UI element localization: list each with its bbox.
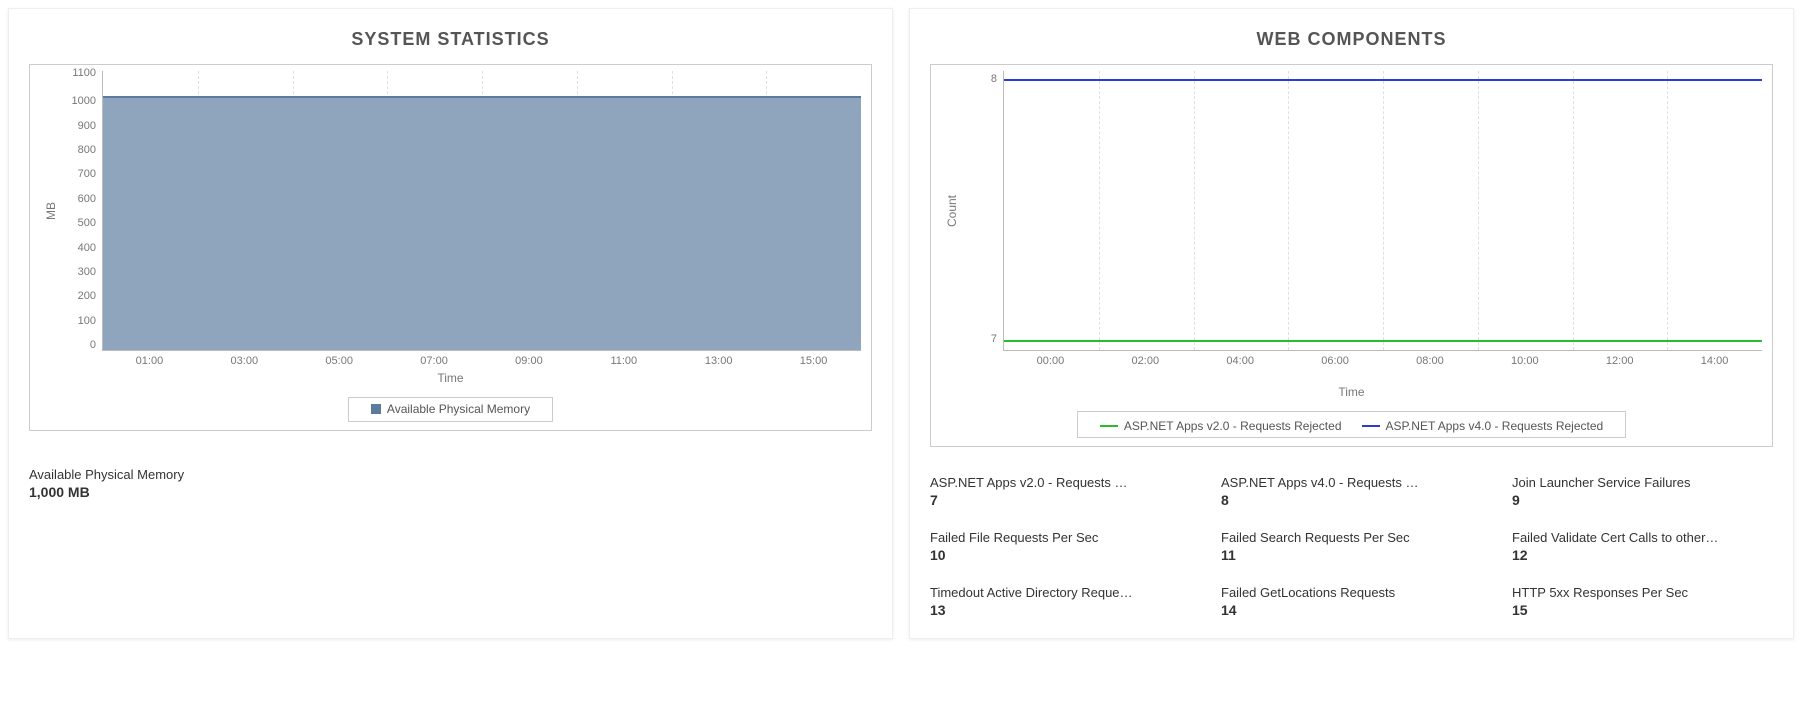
stat-block: Available Physical Memory 1,000 MB (29, 467, 872, 500)
metric-value: 13 (930, 602, 1191, 618)
x-tick: 02:00 (1098, 355, 1193, 383)
y-axis-label: Count (941, 71, 963, 351)
x-tick: 09:00 (482, 355, 577, 369)
x-tick: 13:00 (671, 355, 766, 369)
y-tick: 300 (62, 266, 96, 278)
line-series-aspnet-v2 (1004, 340, 1762, 342)
y-tick: 200 (62, 290, 96, 302)
plot-area (1003, 71, 1762, 351)
system-statistics-panel: SYSTEM STATISTICS MB 1100 1000 900 800 7… (8, 8, 893, 639)
metric-value: 15 (1512, 602, 1773, 618)
y-axis-label: MB (40, 71, 62, 351)
y-tick: 1000 (62, 95, 96, 107)
metric-label: ASP.NET Apps v4.0 - Requests … (1221, 475, 1482, 490)
x-tick: 06:00 (1288, 355, 1383, 383)
stat-label: Available Physical Memory (29, 467, 872, 482)
panel-title: WEB COMPONENTS (930, 29, 1773, 50)
metric-block: ASP.NET Apps v4.0 - Requests … 8 (1221, 475, 1482, 508)
metric-value: 14 (1221, 602, 1482, 618)
metric-block: Failed GetLocations Requests 14 (1221, 585, 1482, 618)
web-components-panel: WEB COMPONENTS Count 8 7 Count (909, 8, 1794, 639)
y-tick: 100 (62, 315, 96, 327)
metric-block: Failed Validate Cert Calls to other… 12 (1512, 530, 1773, 563)
y-tick: 700 (62, 168, 96, 180)
x-tick: 12:00 (1572, 355, 1667, 383)
y-tick: 900 (62, 120, 96, 132)
y-axis: 8 7 (963, 71, 1003, 351)
x-axis-label: Time (40, 369, 861, 385)
legend-item[interactable]: Available Physical Memory (371, 402, 530, 416)
y-tick: 0 (62, 339, 96, 351)
metric-block: ASP.NET Apps v2.0 - Requests … 7 (930, 475, 1191, 508)
metric-value: 8 (1221, 492, 1482, 508)
x-tick: 07:00 (387, 355, 482, 369)
metric-block: Failed Search Requests Per Sec 11 (1221, 530, 1482, 563)
metric-block: Timedout Active Directory Reque… 13 (930, 585, 1191, 618)
legend-item[interactable]: ASP.NET Apps v4.0 - Requests Rejected (1362, 419, 1604, 433)
metric-value: 10 (930, 547, 1191, 563)
x-tick: 01:00 (102, 355, 197, 369)
metric-value: 12 (1512, 547, 1773, 563)
x-axis: 00:00 02:00 04:00 06:00 08:00 10:00 12:0… (1003, 351, 1762, 383)
legend-swatch-icon (1362, 425, 1380, 427)
chart-legend: ASP.NET Apps v2.0 - Requests Rejected AS… (1077, 411, 1626, 438)
x-tick: 15:00 (766, 355, 861, 369)
x-tick: 05:00 (292, 355, 387, 369)
y-axis: 1100 1000 900 800 700 600 500 400 300 20… (62, 71, 102, 351)
metric-block: Failed File Requests Per Sec 10 (930, 530, 1191, 563)
x-tick: 10:00 (1477, 355, 1572, 383)
x-tick: 00:00 (1003, 355, 1098, 383)
y-tick: 7 (963, 333, 997, 345)
area-series-available-memory (103, 96, 861, 350)
metric-label: Failed Validate Cert Calls to other… (1512, 530, 1773, 545)
x-axis: 01:00 03:00 05:00 07:00 09:00 11:00 13:0… (102, 351, 861, 369)
metrics-grid: ASP.NET Apps v2.0 - Requests … 7 ASP.NET… (930, 475, 1773, 618)
y-tick: 600 (62, 193, 96, 205)
x-tick: 04:00 (1193, 355, 1288, 383)
legend-swatch-icon (1100, 425, 1118, 427)
x-axis-label: Time (941, 383, 1762, 399)
web-components-chart: Count 8 7 Count 00:00 (930, 64, 1773, 447)
y-tick: 500 (62, 217, 96, 229)
y-tick: 1100 (62, 67, 96, 79)
legend-item[interactable]: ASP.NET Apps v2.0 - Requests Rejected (1100, 419, 1342, 433)
metric-label: Timedout Active Directory Reque… (930, 585, 1191, 600)
metric-value: 9 (1512, 492, 1773, 508)
metric-label: ASP.NET Apps v2.0 - Requests … (930, 475, 1191, 490)
y-tick: 800 (62, 144, 96, 156)
x-tick: 03:00 (197, 355, 292, 369)
x-tick: 14:00 (1667, 355, 1762, 383)
y-tick: 8 (963, 73, 997, 85)
chart-legend: Available Physical Memory (348, 397, 553, 422)
legend-label: Available Physical Memory (387, 402, 530, 416)
x-tick: 11:00 (576, 355, 671, 369)
metric-label: HTTP 5xx Responses Per Sec (1512, 585, 1773, 600)
stat-value: 1,000 MB (29, 484, 872, 500)
panel-title: SYSTEM STATISTICS (29, 29, 872, 50)
metric-block: HTTP 5xx Responses Per Sec 15 (1512, 585, 1773, 618)
metric-block: Join Launcher Service Failures 9 (1512, 475, 1773, 508)
system-stats-chart: MB 1100 1000 900 800 700 600 500 400 300… (29, 64, 872, 431)
legend-label: ASP.NET Apps v4.0 - Requests Rejected (1386, 419, 1604, 433)
plot-area (102, 71, 861, 351)
metric-label: Join Launcher Service Failures (1512, 475, 1773, 490)
metric-value: 11 (1221, 547, 1482, 563)
y-tick: 400 (62, 242, 96, 254)
x-tick: 08:00 (1383, 355, 1478, 383)
metric-label: Failed Search Requests Per Sec (1221, 530, 1482, 545)
legend-label: ASP.NET Apps v2.0 - Requests Rejected (1124, 419, 1342, 433)
legend-swatch-icon (371, 404, 381, 414)
metric-label: Failed GetLocations Requests (1221, 585, 1482, 600)
metric-value: 7 (930, 492, 1191, 508)
line-series-aspnet-v4 (1004, 79, 1762, 81)
metric-label: Failed File Requests Per Sec (930, 530, 1191, 545)
